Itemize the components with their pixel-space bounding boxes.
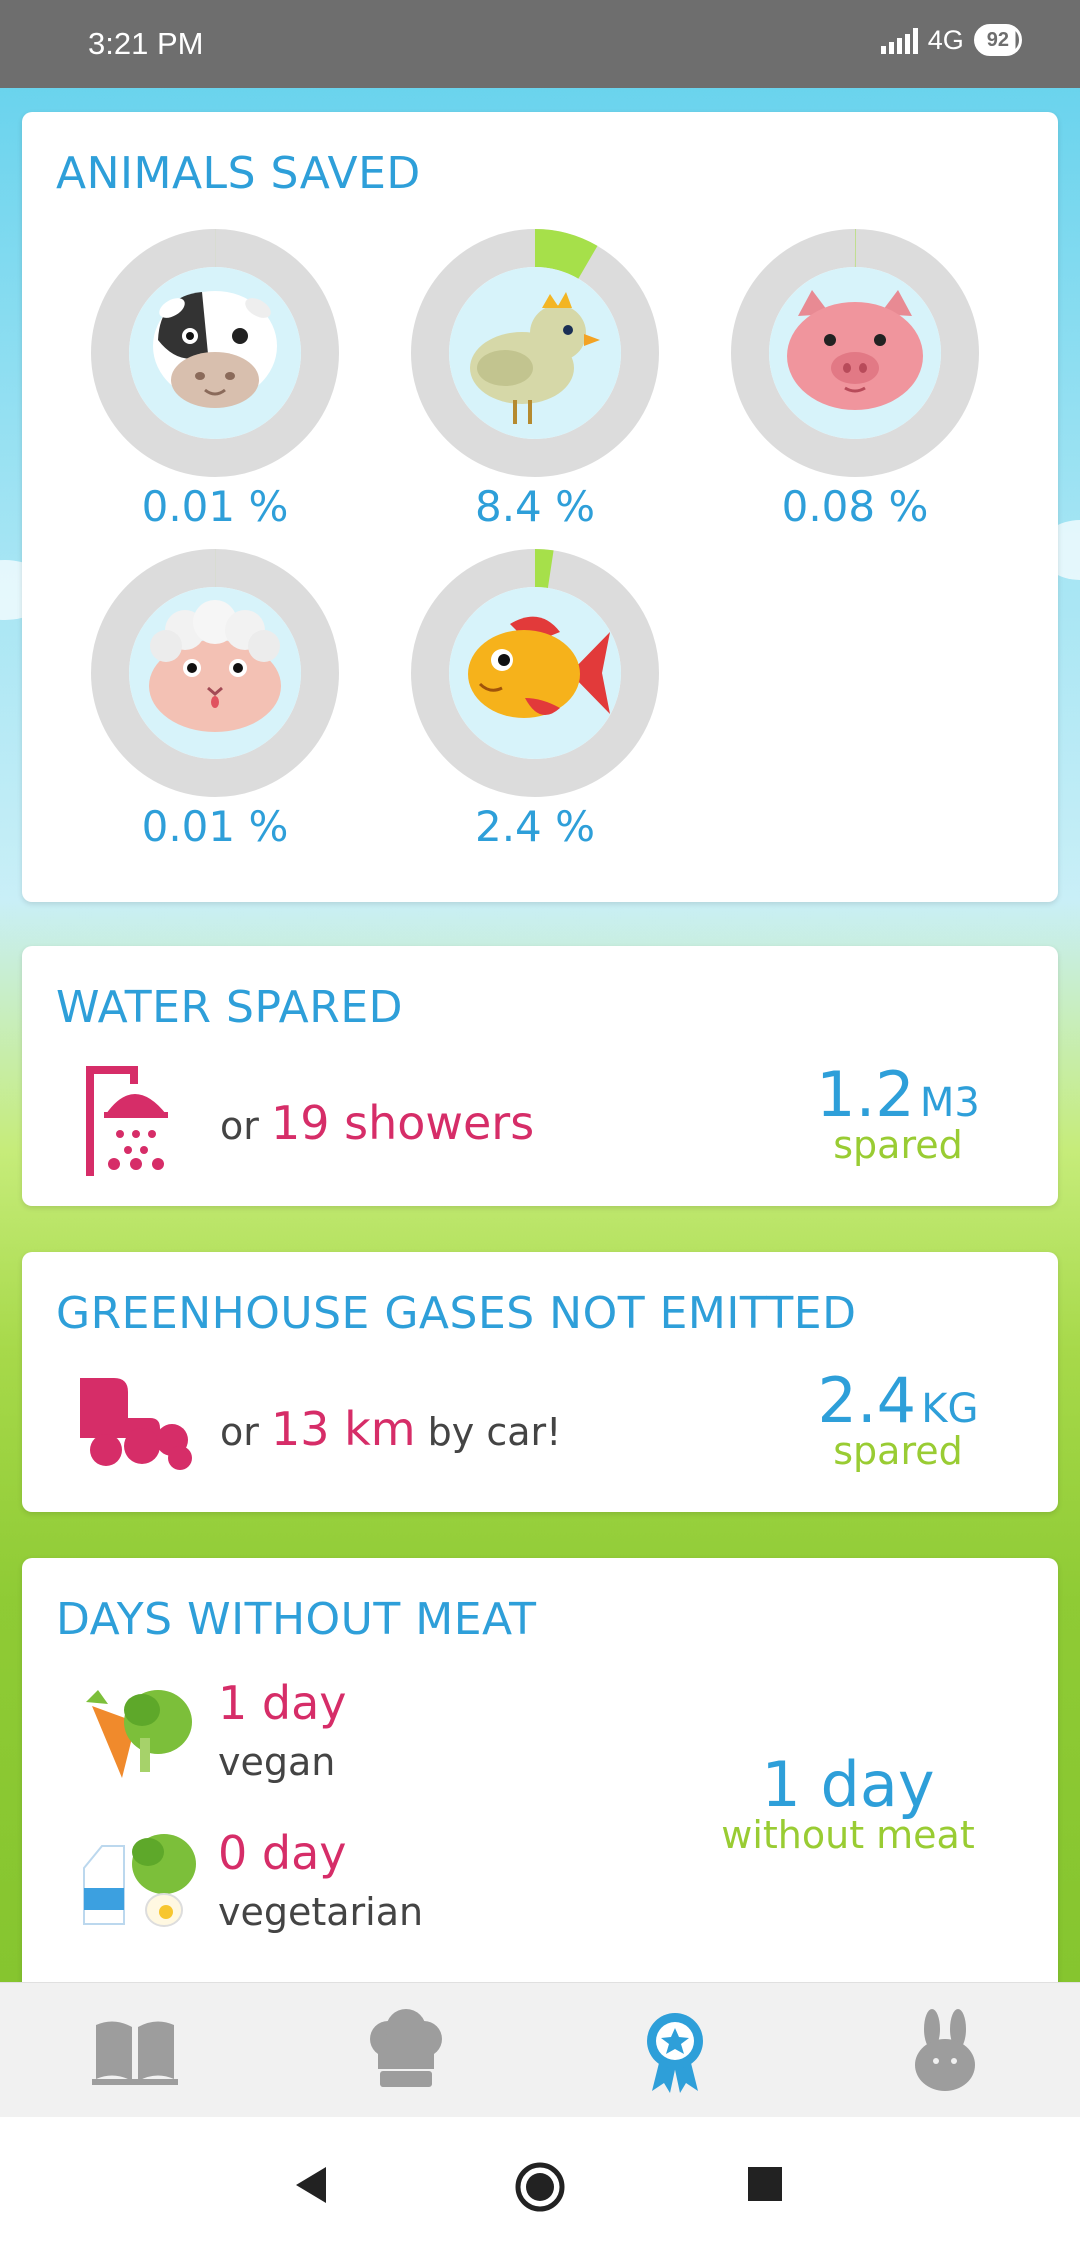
animal-percent: 0.01 % (141, 802, 289, 851)
home-icon[interactable] (514, 2161, 566, 2213)
vegetables-icon (86, 1690, 192, 1778)
days-without-meat-card: DAYS WITHOUT MEAT 1 day vegan 0 day vege… (22, 1558, 1058, 1998)
without-meat-label: without meat (721, 1813, 975, 1857)
animal-chicken[interactable]: 8.4 % (410, 228, 660, 531)
or-label: or (220, 1104, 259, 1148)
greenhouse-card: GREENHOUSE GASES NOT EMITTED or 13 km by… (22, 1252, 1058, 1512)
vegetarian-block: 0 day vegetarian (218, 1826, 423, 1934)
showers-count: 19 showers (270, 1096, 535, 1150)
vegan-count: 1 day (218, 1676, 347, 1730)
total-days: 1 day without meat (698, 1748, 998, 1857)
car-distance: 13 km (270, 1402, 416, 1456)
animals-saved-card: ANIMALS SAVED 0.01 % 8.4 % 0.08 % 0.01 %… (22, 112, 1058, 902)
animal-percent: 8.4 % (474, 482, 596, 531)
ghg-value: 2.4 KG spared (798, 1364, 998, 1473)
battery-icon: 92 (973, 24, 1022, 56)
signal-icon (880, 26, 918, 54)
card-title: ANIMALS SAVED (56, 148, 421, 199)
battery-level: 92 (986, 29, 1009, 51)
animal-pig[interactable]: 0.08 % (730, 228, 980, 531)
ghg-unit: KG (921, 1386, 979, 1432)
pig-icon (787, 290, 923, 410)
vegetarian-count: 0 day (218, 1826, 347, 1880)
nav-book[interactable] (90, 2009, 180, 2093)
vegan-block: 1 day vegan (218, 1676, 347, 1784)
shower-icon (86, 1066, 168, 1176)
recents-icon[interactable] (748, 2167, 782, 2201)
status-time: 3:21 PM (88, 26, 204, 61)
water-value: 1.2 M3 spared (798, 1058, 998, 1167)
vegan-label: vegan (218, 1740, 336, 1784)
nav-achievements[interactable] (630, 2009, 720, 2093)
animal-percent: 0.08 % (781, 482, 929, 531)
chef-hat-icon (370, 2009, 442, 2087)
animal-cow[interactable]: 0.01 % (90, 228, 340, 531)
nav-recipes[interactable] (360, 2009, 450, 2093)
water-equivalent: or 19 showers (220, 1096, 534, 1150)
car-suffix: by car! (427, 1410, 562, 1454)
back-icon[interactable] (292, 2165, 328, 2205)
ghg-amount: 2.4 (817, 1364, 917, 1437)
total-days-value: 1 day (761, 1748, 935, 1821)
exhaust-icon (80, 1378, 192, 1470)
card-title: DAYS WITHOUT MEAT (56, 1594, 537, 1645)
bottom-nav (0, 1982, 1080, 2117)
animal-sheep[interactable]: 0.01 % (90, 548, 340, 851)
animal-percent: 2.4 % (474, 802, 596, 851)
fish-icon (468, 616, 610, 718)
cow-icon (153, 291, 277, 408)
system-nav-bar (0, 2117, 1080, 2246)
animal-percent: 0.01 % (141, 482, 289, 531)
animal-fish[interactable]: 2.4 % (410, 548, 660, 851)
book-icon (92, 2021, 178, 2085)
card-title: WATER SPARED (56, 982, 404, 1033)
dairy-vegetables-icon (83, 1834, 196, 1927)
sheep-icon (149, 600, 281, 732)
card-title: GREENHOUSE GASES NOT EMITTED (56, 1288, 857, 1339)
water-unit: M3 (919, 1080, 980, 1126)
network-type: 4G (927, 24, 964, 55)
or-label: or (220, 1410, 259, 1454)
chicken-icon (470, 292, 600, 424)
water-spared-card: WATER SPARED or 19 showers 1.2 M3 spared (22, 946, 1058, 1206)
status-bar: 3:21 PM 4G 92 (0, 0, 1080, 88)
ghg-equivalent: or 13 km by car! (220, 1402, 561, 1456)
award-badge-icon (647, 2013, 703, 2093)
water-amount: 1.2 (816, 1058, 915, 1131)
vegetarian-label: vegetarian (218, 1890, 424, 1934)
rabbit-icon (915, 2009, 975, 2091)
nav-profile[interactable] (900, 2009, 990, 2093)
